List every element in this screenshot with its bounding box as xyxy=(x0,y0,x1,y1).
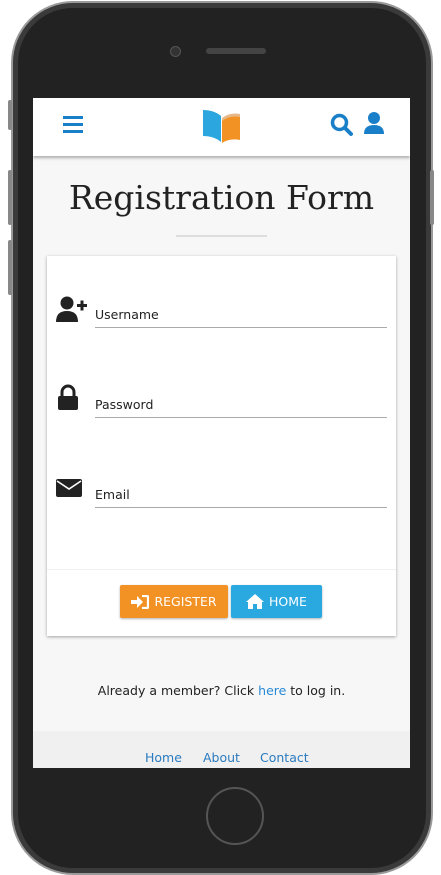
side-button xyxy=(8,170,12,225)
password-field[interactable]: Password xyxy=(95,393,387,418)
page-title: Registration Form xyxy=(68,178,375,217)
search-icon[interactable] xyxy=(330,113,354,137)
user-plus-icon xyxy=(56,296,87,322)
side-button xyxy=(8,100,12,130)
side-button xyxy=(430,170,434,225)
login-prompt-prefix: Already a member? Click xyxy=(97,683,259,698)
top-nav xyxy=(33,98,410,156)
user-icon[interactable] xyxy=(363,111,385,135)
login-prompt-suffix: to log in. xyxy=(286,683,346,698)
card-separator xyxy=(47,569,396,570)
register-button[interactable]: REGISTER xyxy=(120,585,228,618)
username-field[interactable]: Username xyxy=(95,303,387,328)
home-label: HOME xyxy=(269,594,307,609)
open-book-logo xyxy=(203,110,240,143)
footer-link-contact[interactable]: Contact xyxy=(260,750,309,765)
phone-home-button[interactable] xyxy=(206,787,264,845)
password-label: Password xyxy=(95,397,154,412)
register-label: REGISTER xyxy=(154,594,217,609)
screen: Registration Form Username Password Emai… xyxy=(33,98,410,768)
registration-card: Username Password Email REGISTER HOME xyxy=(47,256,396,636)
login-prompt: Already a member? Click here to log in. xyxy=(33,683,410,698)
sign-in-icon xyxy=(131,594,150,609)
title-divider xyxy=(176,235,267,237)
home-icon xyxy=(246,594,265,609)
username-label: Username xyxy=(95,307,159,322)
footer: Home About Contact xyxy=(33,731,410,768)
camera xyxy=(170,46,181,57)
email-label: Email xyxy=(95,487,130,502)
email-field[interactable]: Email xyxy=(95,483,387,508)
lock-icon xyxy=(58,384,78,410)
envelope-icon xyxy=(56,479,82,497)
home-button[interactable]: HOME xyxy=(231,585,322,618)
speaker xyxy=(206,48,266,54)
side-button xyxy=(8,240,12,295)
hamburger-icon[interactable] xyxy=(63,115,83,133)
login-link[interactable]: here xyxy=(258,683,286,698)
footer-link-about[interactable]: About xyxy=(203,750,240,765)
footer-link-home[interactable]: Home xyxy=(145,750,182,765)
